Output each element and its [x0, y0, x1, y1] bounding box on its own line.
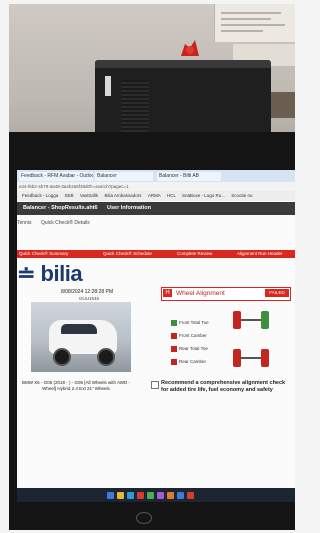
browser-tab-1[interactable]: Feedback - RFM Avabar - Outlook — [19, 172, 93, 181]
address-bar[interactable]: e24-f6b2-4b79-a648-3a4b2a5f38d0h=search?… — [17, 182, 295, 191]
computer-vent — [121, 80, 149, 132]
fail-icon — [171, 358, 177, 365]
step-alignment[interactable]: Alignment Run Header — [237, 250, 283, 258]
taskbar-app-icon[interactable] — [137, 492, 144, 499]
check-rear-toe: Rear Total Toe — [171, 345, 208, 352]
check-rear-camber: Rear Camber — [171, 358, 206, 365]
wheel-alignment-header: H Wheel Alignment FAILED — [161, 287, 291, 301]
step-bar: Quick Check® Summary Quick Check® Schedu… — [17, 250, 295, 258]
vehicle-description: BMW X5 - G05 (2018 - ) - G05 [All Wheels… — [21, 380, 131, 391]
bookmark-item[interactable]: Bilia Ambassadors — [105, 193, 142, 198]
step-review[interactable]: Complete Review — [177, 250, 212, 258]
alignment-title: Wheel Alignment — [176, 290, 225, 297]
recommend-checkbox[interactable] — [151, 381, 159, 389]
bookmark-item[interactable]: Scootie nu — [231, 193, 252, 198]
fail-icon — [171, 332, 177, 339]
monitor-screen: Feedback - RFM Avabar - Outlook Balancer… — [17, 170, 295, 502]
photo: Feedback - RFM Avabar - Outlook Balancer… — [9, 4, 295, 530]
car-wheel — [97, 348, 115, 366]
car-wheel — [53, 348, 71, 366]
car-window — [61, 324, 97, 334]
computer-top — [95, 60, 271, 68]
fail-icon — [171, 345, 177, 352]
browser-tab-2[interactable]: Balancer — [95, 172, 153, 181]
check-front-toe: Front Total Toe — [171, 319, 209, 326]
taskbar-app-icon[interactable] — [127, 492, 134, 499]
taskbar-app-icon[interactable] — [107, 492, 114, 499]
browser-tabs: Feedback - RFM Avabar - Outlook Balancer… — [17, 170, 295, 182]
check-front-camber: Front Camber — [171, 332, 207, 339]
step-schedule[interactable]: Quick Check® Schedule — [103, 250, 152, 258]
bookmark-item[interactable]: ARMA — [148, 193, 161, 198]
bookmark-item[interactable]: Feedback - Logga — [22, 193, 58, 198]
app-header: Balancer - ShopResults.aht6 User Informa… — [17, 202, 295, 215]
bookmark-item[interactable]: SnäBoxe - Logo Ru... — [182, 193, 225, 198]
bookmark-item[interactable]: SEB — [65, 193, 74, 198]
brand-logo: ≐ bilia — [17, 261, 83, 286]
cables — [271, 92, 295, 118]
subnav-item[interactable]: Tennis — [17, 218, 31, 228]
user-info-link[interactable]: User Information — [107, 202, 151, 215]
taskbar-app-icon[interactable] — [157, 492, 164, 499]
license-plate: GUU1545 — [79, 296, 100, 301]
bookmarks-bar: Feedback - Logga SEB Vasttrafik Bilia Am… — [17, 191, 295, 201]
bookmark-item[interactable]: Vasttrafik — [80, 193, 98, 198]
taskbar-app-icon[interactable] — [147, 492, 154, 499]
browser-tab-3[interactable]: Balancer - Bilti AB — [157, 172, 221, 181]
front-axle-icon — [233, 311, 269, 329]
vehicle-photo — [31, 302, 131, 372]
bookmark-item[interactable]: HCL — [167, 193, 176, 198]
pass-icon — [171, 319, 177, 326]
report-date: 8/08/2024 12:28:28 PM — [61, 289, 113, 295]
sub-navigation: Tennis Quick Check® Details — [17, 218, 295, 228]
rear-axle-icon — [233, 349, 269, 367]
red-figurine-icon — [181, 40, 199, 56]
hp-logo-icon — [136, 512, 152, 524]
wall-poster — [214, 4, 295, 42]
computer-sticker — [105, 76, 111, 96]
alignment-icon: H — [163, 289, 172, 297]
taskbar-app-icon[interactable] — [187, 492, 194, 499]
taskbar-app-icon[interactable] — [167, 492, 174, 499]
app-title: Balancer - ShopResults.aht6 — [23, 205, 98, 211]
taskbar-app-icon[interactable] — [117, 492, 124, 499]
status-badge: FAILED — [265, 289, 289, 297]
taskbar — [17, 488, 295, 502]
taskbar-app-icon[interactable] — [177, 492, 184, 499]
subnav-item[interactable]: Quick Check® Details — [41, 218, 90, 228]
step-summary[interactable]: Quick Check® Summary — [19, 250, 68, 258]
recommendation: Recommend a comprehensive alignment chec… — [151, 380, 291, 394]
